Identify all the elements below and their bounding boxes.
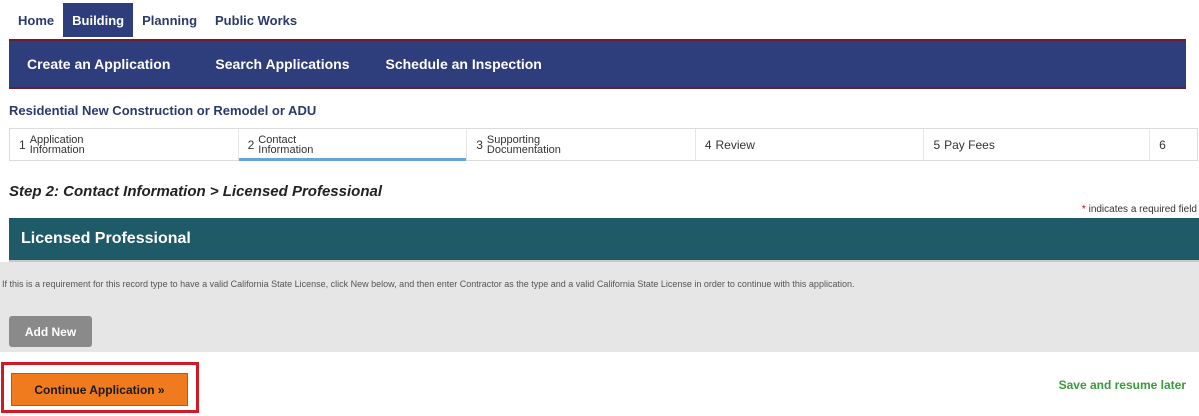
step-supporting-documentation[interactable]: 3 Supporting Documentation (467, 129, 696, 160)
step-number: 3 (476, 137, 483, 152)
continue-application-button[interactable]: Continue Application » (11, 373, 188, 406)
step-number: 5 (933, 137, 941, 152)
step-label: Pay Fees (944, 137, 995, 152)
licensed-professional-header: Licensed Professional (9, 218, 1199, 262)
save-and-resume-later-link[interactable]: Save and resume later (1059, 378, 1186, 392)
add-new-button[interactable]: Add New (9, 316, 92, 347)
tab-public-works[interactable]: Public Works (206, 3, 306, 37)
step-number: 1 (19, 137, 26, 152)
step-label: Contact Information (258, 134, 314, 156)
record-type-title: Residential New Construction or Remodel … (9, 103, 317, 118)
step-review[interactable]: 4 Review (696, 129, 925, 160)
nav-search-applications[interactable]: Search Applications (197, 56, 367, 72)
step-number: 6 (1159, 137, 1166, 152)
step-title: Step 2: Contact Information > Licensed P… (9, 183, 382, 200)
step-label-line2: Information (258, 143, 314, 156)
top-tabs: Home Building Planning Public Works (9, 3, 306, 37)
section-title: Licensed Professional (21, 230, 191, 247)
step-label-line2: Documentation (486, 143, 561, 156)
nav-create-application[interactable]: Create an Application (9, 56, 197, 72)
step-bar: 1 Application Information 2 Contact Inform… (9, 128, 1198, 161)
licensed-professional-body: If this is a requirement for this record… (0, 262, 1199, 352)
step-contact-information[interactable]: 2 Contact Information (238, 129, 468, 161)
tab-building[interactable]: Building (63, 3, 134, 37)
step-number: 2 (247, 137, 255, 152)
step-label: Supporting Documentation (486, 134, 561, 156)
step-application-information[interactable]: 1 Application Information (10, 129, 239, 160)
tab-home[interactable]: Home (9, 3, 63, 37)
step-6[interactable]: 6 (1150, 129, 1197, 160)
step-pay-fees[interactable]: 5 Pay Fees (924, 129, 1151, 160)
required-field-note: * indicates a required field (1082, 204, 1197, 215)
step-label: Review (715, 137, 755, 152)
tab-planning[interactable]: Planning (133, 3, 206, 37)
step-number: 4 (704, 137, 712, 152)
required-note-text: indicates a required field (1085, 204, 1197, 215)
step-label: Application Information (29, 134, 85, 156)
section-instructions: If this is a requirement for this record… (2, 279, 855, 289)
step-label-line2: Information (29, 143, 85, 156)
nav-schedule-inspection[interactable]: Schedule an Inspection (367, 56, 559, 72)
main-nav: Create an Application Search Application… (9, 39, 1186, 89)
